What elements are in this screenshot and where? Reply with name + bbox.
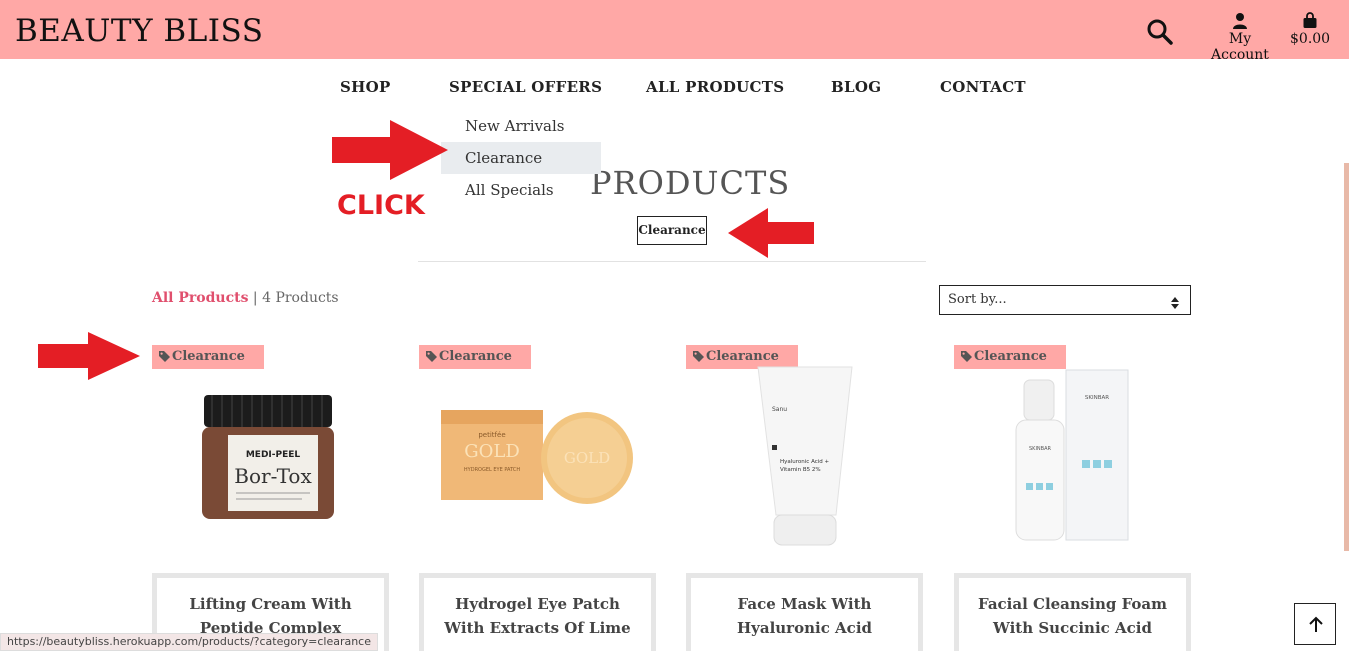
sort-caret-icon (1170, 293, 1180, 321)
product-card[interactable]: Clearance SKINBAR SKINBAR Facial Cleansi… (954, 345, 1191, 651)
product-card[interactable]: Clearance Sanu Hyaluronic Acid + Vitamin… (686, 345, 923, 651)
nav-special-offers[interactable]: SPECIAL OFFERS (449, 78, 602, 96)
badge-label: Clearance (974, 349, 1047, 364)
arrow-up-icon (1309, 616, 1323, 632)
nav-shop[interactable]: SHOP (340, 78, 391, 96)
nav-all-products[interactable]: ALL PRODUCTS (646, 78, 784, 96)
site-logo[interactable]: BEAUTY BLISS (15, 13, 263, 49)
search-icon[interactable] (1146, 18, 1174, 46)
product-card[interactable]: Clearance MEDI-PEEL Bor-Tox Lifting Crea… (152, 345, 389, 651)
product-image[interactable]: GOLD HYDROGEL EYE PATCH petitfée GOLD (419, 365, 656, 550)
status-bar-url: https://beautybliss.herokuapp.com/produc… (0, 633, 378, 651)
cart-total: $0.00 (1290, 31, 1331, 47)
active-filter-tag[interactable]: Clearance (637, 216, 707, 245)
product-name[interactable]: Hydrogel Eye Patch With Extracts Of Lime (419, 573, 656, 651)
sort-select-value: Sort by... (948, 292, 1007, 307)
product-count: All Products | 4 Products (152, 290, 339, 306)
annotation-click-label: CLICK (337, 190, 425, 221)
tag-icon (159, 351, 170, 362)
tag-icon (426, 351, 437, 362)
product-image[interactable]: SKINBAR SKINBAR (954, 365, 1191, 550)
tag-icon (961, 351, 972, 362)
svg-text:SKINBAR: SKINBAR (1029, 446, 1052, 452)
dropdown-item-clearance[interactable]: Clearance (441, 142, 601, 174)
badge-label: Clearance (706, 349, 779, 364)
cream-name: Bor-Tox (234, 464, 312, 488)
sort-select[interactable]: Sort by... (939, 285, 1191, 315)
product-card[interactable]: Clearance GOLD HYDROGEL EYE PATCH petitf… (419, 345, 656, 651)
annotation-arrow-filter (728, 208, 814, 258)
foam-brand: SKINBAR (1085, 395, 1109, 401)
shopping-bag-icon (1290, 12, 1330, 29)
svg-text:Vitamin B5 2%: Vitamin B5 2% (780, 467, 821, 473)
patch-name: GOLD (464, 441, 520, 462)
page-title: PRODUCTS (590, 164, 791, 202)
patch-brand: petitfée (478, 431, 505, 439)
product-name[interactable]: Face Mask With Hyaluronic Acid (686, 573, 923, 651)
all-products-link[interactable]: All Products (152, 290, 248, 306)
annotation-arrow-badge (38, 332, 140, 380)
product-image[interactable]: Sanu Hyaluronic Acid + Vitamin B5 2% (686, 365, 923, 550)
divider (418, 261, 926, 262)
page-scrollbar[interactable] (1344, 163, 1349, 551)
annotation-arrow-dropdown (332, 120, 448, 180)
product-count-text: | 4 Products (248, 290, 339, 306)
badge-label: Clearance (439, 349, 512, 364)
main-nav: SHOP SPECIAL OFFERS ALL PRODUCTS BLOG CO… (0, 78, 1349, 98)
svg-text:Hyaluronic Acid +: Hyaluronic Acid + (780, 459, 830, 465)
top-header: BEAUTY BLISS My Account $0.00 (0, 0, 1349, 63)
dropdown-item-new-arrivals[interactable]: New Arrivals (441, 110, 601, 142)
my-account-link[interactable]: My Account (1198, 12, 1282, 63)
patch-sub: HYDROGEL EYE PATCH (464, 467, 520, 473)
cart-link[interactable]: $0.00 (1290, 12, 1330, 47)
dropdown-item-all-specials[interactable]: All Specials (441, 174, 601, 206)
special-offers-dropdown: New Arrivals Clearance All Specials (441, 110, 601, 206)
product-image[interactable]: MEDI-PEEL Bor-Tox (152, 365, 389, 550)
back-to-top-button[interactable] (1294, 603, 1336, 645)
tag-icon (693, 351, 704, 362)
nav-blog[interactable]: BLOG (831, 78, 881, 96)
my-account-label: My Account (1211, 31, 1269, 63)
cream-brand: MEDI-PEEL (246, 450, 301, 460)
nav-contact[interactable]: CONTACT (940, 78, 1026, 96)
svg-text:GOLD: GOLD (564, 449, 610, 467)
tube-brand: Sanu (772, 406, 787, 413)
product-name[interactable]: Facial Cleansing Foam With Succinic Acid (954, 573, 1191, 651)
user-icon (1198, 12, 1282, 29)
badge-label: Clearance (172, 349, 245, 364)
